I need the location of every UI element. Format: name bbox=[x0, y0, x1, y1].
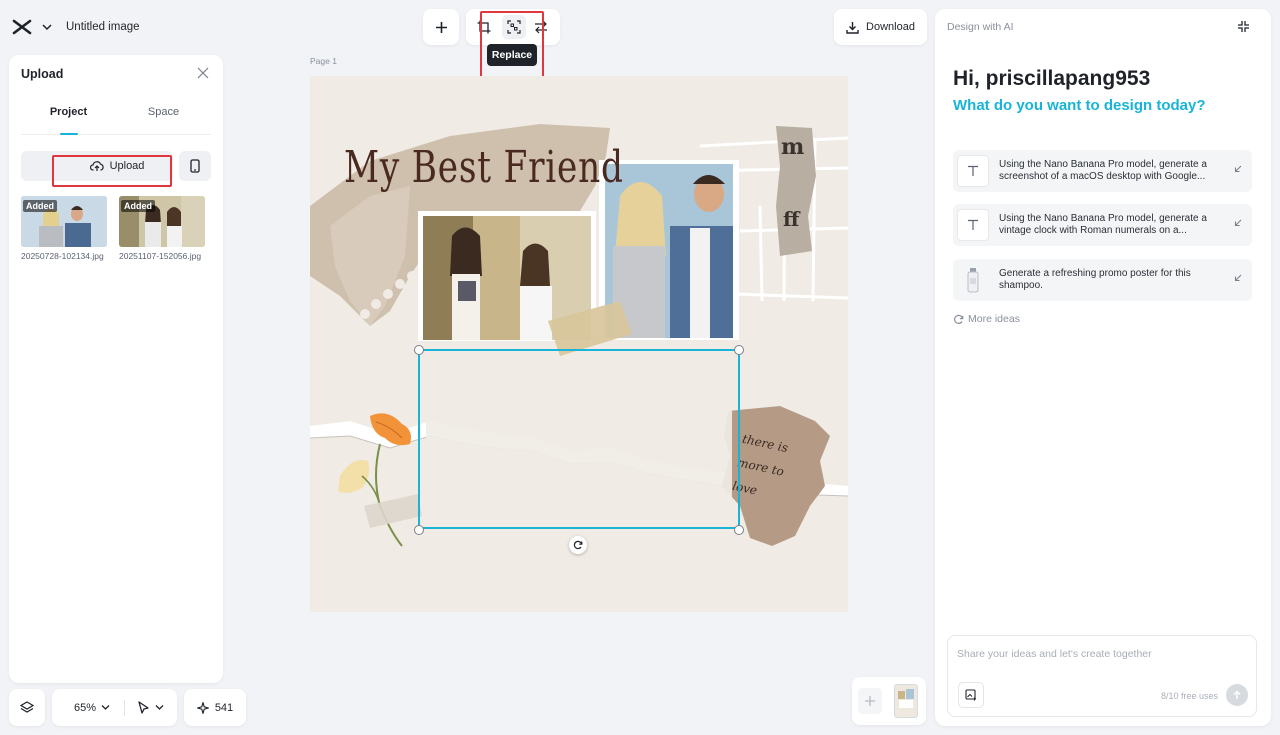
rotate-icon bbox=[573, 540, 583, 550]
layers-button[interactable] bbox=[9, 689, 45, 726]
free-uses-count: 8/10 free uses bbox=[1161, 691, 1219, 701]
suggestion-text: Using the Nano Banana Pro model, generat… bbox=[999, 213, 1207, 236]
greeting-subtitle: What do you want to design today? bbox=[953, 97, 1206, 114]
svg-text:m: m bbox=[781, 134, 804, 160]
ai-panel-title: Design with AI bbox=[947, 21, 1014, 33]
canvas-heading[interactable]: My Best Friend bbox=[344, 142, 624, 193]
more-ideas-label: More ideas bbox=[968, 313, 1020, 325]
chevron-down-icon[interactable] bbox=[155, 704, 164, 711]
resize-handle[interactable] bbox=[734, 525, 744, 535]
resize-handle[interactable] bbox=[414, 345, 424, 355]
rotate-handle[interactable] bbox=[569, 536, 587, 554]
file-name: 20251107-152056.jpg bbox=[119, 251, 202, 261]
more-ideas-button[interactable]: More ideas bbox=[953, 313, 1020, 325]
page-label: Page 1 bbox=[310, 56, 337, 66]
page-thumbnails bbox=[852, 677, 926, 725]
svg-text:ff: ff bbox=[783, 207, 801, 231]
pointer-tool-icon[interactable] bbox=[137, 700, 150, 715]
greeting: Hi, priscillapang953 bbox=[953, 67, 1151, 90]
chat-input-box[interactable]: Share your ideas and let's create togeth… bbox=[947, 635, 1257, 717]
phone-upload-button[interactable] bbox=[179, 151, 211, 181]
uploaded-thumbnail-2[interactable]: Added bbox=[119, 196, 205, 247]
uploaded-thumbnail-1[interactable]: Added bbox=[21, 196, 107, 247]
upload-panel: Upload Project Space Upload Added 202507 bbox=[9, 55, 223, 683]
zoom-level[interactable]: 65% bbox=[74, 702, 96, 714]
replace-icon[interactable] bbox=[502, 15, 526, 39]
crop-icon[interactable] bbox=[477, 20, 491, 34]
text-icon bbox=[957, 155, 989, 187]
credits-count: 541 bbox=[214, 701, 234, 714]
file-name: 20250728-102134.jpg bbox=[21, 251, 104, 261]
app-logo-icon[interactable] bbox=[10, 15, 34, 39]
chevron-down-icon[interactable] bbox=[42, 23, 52, 31]
sparkle-icon bbox=[196, 701, 209, 714]
arrow-down-left-icon bbox=[1234, 219, 1242, 227]
chevron-down-icon[interactable] bbox=[101, 704, 110, 711]
design-canvas[interactable]: m ff My Best Friend there is more to lov… bbox=[310, 76, 848, 612]
replace-tooltip: Replace bbox=[487, 44, 537, 66]
tab-space[interactable]: Space bbox=[116, 97, 211, 134]
plus-icon bbox=[864, 695, 876, 707]
added-badge: Added bbox=[121, 200, 155, 212]
document-title[interactable]: Untitled image bbox=[66, 21, 140, 33]
suggestion-card[interactable]: Using the Nano Banana Pro model, generat… bbox=[953, 204, 1252, 246]
frame-inner bbox=[426, 357, 732, 521]
send-button[interactable] bbox=[1226, 684, 1248, 706]
cloud-upload-icon bbox=[89, 160, 104, 172]
upload-button-label: Upload bbox=[109, 160, 145, 172]
chat-placeholder[interactable]: Share your ideas and let's create togeth… bbox=[957, 648, 1152, 660]
refresh-icon bbox=[953, 314, 964, 325]
arrow-down-left-icon bbox=[1234, 165, 1242, 173]
upload-tabs: Project Space bbox=[21, 97, 211, 135]
close-icon[interactable] bbox=[197, 67, 211, 81]
zoom-controls: 65% bbox=[52, 689, 177, 726]
phone-icon bbox=[190, 159, 200, 173]
suggestion-text: Using the Nano Banana Pro model, generat… bbox=[999, 159, 1207, 182]
ai-design-panel: Design with AI Hi, priscillapang953 What… bbox=[935, 9, 1271, 726]
plus-icon bbox=[435, 21, 448, 34]
collapse-icon[interactable] bbox=[1237, 20, 1251, 34]
added-badge: Added bbox=[23, 200, 57, 212]
add-image-button[interactable] bbox=[958, 682, 984, 708]
text-icon bbox=[957, 209, 989, 241]
download-icon bbox=[846, 21, 859, 34]
swap-icon[interactable] bbox=[534, 20, 548, 34]
image-add-icon bbox=[965, 689, 977, 701]
download-button[interactable]: Download bbox=[834, 9, 927, 45]
credits-button[interactable]: 541 bbox=[184, 689, 246, 726]
layers-icon bbox=[20, 700, 34, 715]
download-label: Download bbox=[866, 21, 915, 33]
resize-handle[interactable] bbox=[734, 345, 744, 355]
add-button[interactable] bbox=[423, 9, 459, 45]
suggestion-card[interactable]: Using the Nano Banana Pro model, generat… bbox=[953, 150, 1252, 192]
arrow-up-icon bbox=[1232, 690, 1242, 700]
upload-panel-title: Upload bbox=[21, 67, 64, 81]
page-thumbnail[interactable] bbox=[894, 684, 918, 718]
divider bbox=[124, 699, 126, 716]
selected-image-frame[interactable] bbox=[418, 349, 740, 529]
resize-handle[interactable] bbox=[414, 525, 424, 535]
add-page-button[interactable] bbox=[858, 688, 882, 714]
upload-button[interactable]: Upload bbox=[21, 151, 173, 181]
tab-project[interactable]: Project bbox=[21, 97, 116, 135]
image-toolbar bbox=[466, 9, 560, 45]
suggestion-card[interactable]: Generate a refreshing promo poster for t… bbox=[953, 259, 1252, 301]
arrow-down-left-icon bbox=[1234, 274, 1242, 282]
suggestion-text: Generate a refreshing promo poster for t… bbox=[999, 268, 1191, 291]
brand-bar: Untitled image bbox=[10, 12, 140, 42]
product-thumbnail-icon bbox=[957, 264, 989, 296]
